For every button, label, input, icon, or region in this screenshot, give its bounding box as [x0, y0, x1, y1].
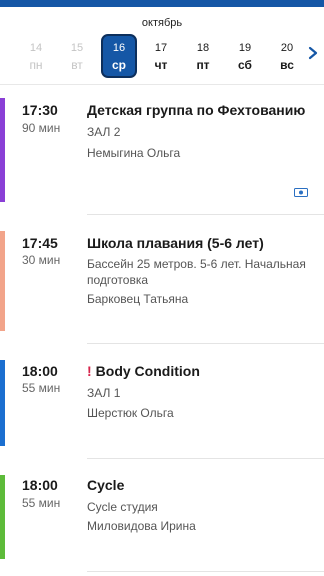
- color-stripe: [0, 360, 5, 446]
- class-duration: 55 мин: [22, 381, 61, 395]
- class-card[interactable]: 18:00 55 мин ! Body Condition ЗАЛ 1 Шерст…: [0, 360, 324, 474]
- class-card[interactable]: 18:00 55 мин Cycle Cycle студия Миловидо…: [0, 475, 324, 575]
- class-coach: Барковец Татьяна: [87, 292, 189, 306]
- day-19[interactable]: 19 сб: [229, 34, 261, 72]
- class-duration: 55 мин: [22, 496, 61, 510]
- day-14[interactable]: 14 пн: [20, 34, 52, 72]
- class-duration: 30 мин: [22, 253, 61, 267]
- day-number: 16: [112, 42, 126, 54]
- class-title-text: Body Condition: [95, 363, 200, 379]
- class-title: Школа плавания (5-6 лет): [87, 235, 264, 251]
- day-number: 17: [154, 42, 168, 54]
- chevron-right-icon[interactable]: [306, 46, 320, 60]
- class-time: 18:00: [22, 477, 58, 493]
- class-coach: Немыгина Ольга: [87, 146, 181, 160]
- color-stripe: [0, 231, 5, 331]
- day-number: 19: [238, 42, 252, 54]
- class-location: ЗАЛ 1: [87, 386, 121, 400]
- divider: [87, 458, 324, 459]
- day-number: 15: [70, 42, 84, 54]
- day-name: вт: [71, 58, 83, 72]
- day-17[interactable]: 17 чт: [145, 34, 177, 72]
- day-name: пт: [196, 58, 210, 72]
- class-title: Детская группа по Фехтованию: [87, 102, 306, 118]
- warning-icon: !: [87, 363, 92, 379]
- day-name: вс: [280, 58, 294, 72]
- class-card[interactable]: 17:30 90 мин Детская группа по Фехтовани…: [0, 98, 324, 216]
- class-time: 18:00: [22, 363, 58, 379]
- color-stripe: [0, 475, 5, 559]
- class-coach: Шерстюк Ольга: [87, 406, 174, 420]
- class-duration: 90 мин: [22, 121, 61, 135]
- class-title: Cycle: [87, 477, 125, 493]
- class-coach: Миловидова Ирина: [87, 519, 196, 533]
- day-name: пн: [29, 58, 43, 72]
- month-label: октябрь: [141, 17, 183, 29]
- day-20[interactable]: 20 вс: [271, 34, 303, 72]
- class-time: 17:30: [22, 102, 58, 118]
- day-18[interactable]: 18 пт: [187, 34, 219, 72]
- day-name: чт: [154, 58, 168, 72]
- divider: [87, 571, 324, 572]
- day-16-selected[interactable]: 16 ср: [101, 34, 137, 78]
- day-15[interactable]: 15 вт: [61, 34, 93, 72]
- top-app-bar: [0, 0, 324, 7]
- money-icon: [294, 188, 308, 197]
- day-number: 14: [29, 42, 43, 54]
- divider: [87, 214, 324, 215]
- class-title: ! Body Condition: [87, 363, 322, 379]
- divider: [87, 343, 324, 344]
- day-number: 20: [280, 42, 294, 54]
- class-location: Cycle студия: [87, 500, 158, 514]
- class-location: Бассейн 25 метров. 5-6 лет. Начальная по…: [87, 257, 306, 287]
- class-time: 17:45: [22, 235, 58, 251]
- day-name: сб: [238, 58, 252, 72]
- divider: [0, 84, 324, 85]
- week-strip: 14 пн 15 вт 16 ср 17 чт 18 пт 19 сб 20 в…: [0, 34, 324, 82]
- color-stripe: [0, 98, 5, 202]
- class-location: ЗАЛ 2: [87, 125, 121, 139]
- day-name: ср: [111, 58, 126, 72]
- class-card[interactable]: 17:45 30 мин Школа плавания (5-6 лет) Ба…: [0, 231, 324, 345]
- day-number: 18: [196, 42, 210, 54]
